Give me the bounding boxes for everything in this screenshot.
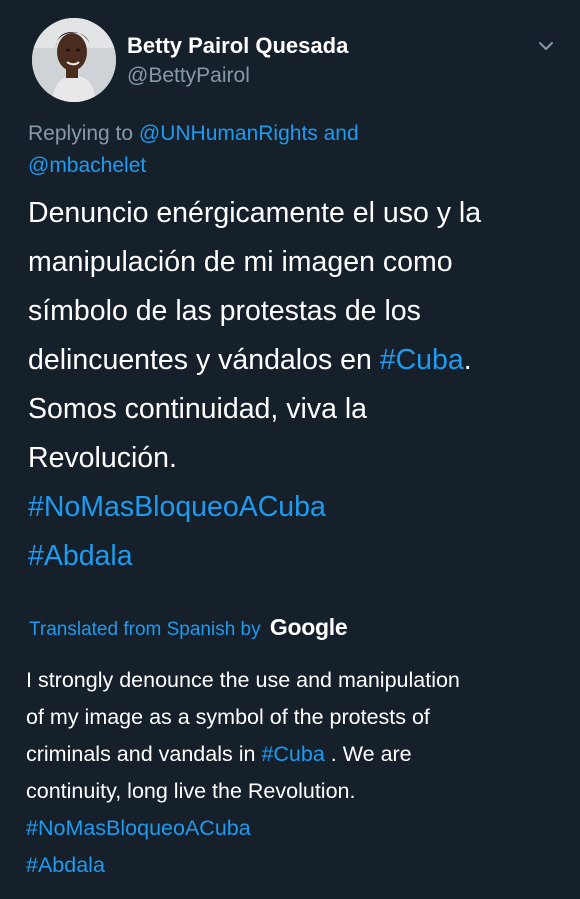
tweet-text-line: Somos continuidad, viva la bbox=[28, 393, 368, 425]
tweet-text-line: delincuentes y vándalos en #Cuba. bbox=[28, 336, 568, 385]
replying-and[interactable]: and bbox=[324, 122, 359, 145]
translated-segment: criminals and vandals in bbox=[26, 742, 256, 766]
google-logo: Google bbox=[269, 614, 348, 640]
tweet-text-line: Denuncio enérgicamente el uso y la bbox=[28, 197, 482, 229]
translated-line: I strongly denounce the use and manipula… bbox=[26, 668, 460, 692]
replying-prefix: Replying to bbox=[28, 122, 134, 145]
translated-line: criminals and vandals in #Cuba . We are bbox=[26, 736, 566, 773]
translated-line: continuity, long live the Revolution. bbox=[26, 779, 356, 803]
translated-line: of my image as a symbol of the protests … bbox=[26, 705, 430, 729]
hashtag-cuba-translated[interactable]: #Cuba bbox=[261, 742, 324, 766]
translation-attribution[interactable]: Translated from Spanish by Google bbox=[29, 614, 348, 641]
tweet-text-segment: delincuentes y vándalos en bbox=[28, 344, 372, 376]
translation-label: Translated from Spanish by bbox=[29, 619, 261, 640]
tweet-text-line: Revolución. bbox=[28, 442, 177, 474]
translated-text: I strongly denounce the use and manipula… bbox=[26, 662, 566, 884]
translated-segment: . We are bbox=[330, 742, 412, 766]
tweet-text-line: símbolo de las protestas de los bbox=[28, 295, 421, 327]
hashtag-abdala-translated[interactable]: #Abdala bbox=[26, 847, 566, 884]
tweet-text-line: manipulación de mi imagen como bbox=[28, 246, 453, 278]
mention-mbachelet[interactable]: @mbachelet bbox=[28, 154, 146, 177]
hashtag-nomasbloqueoacuba[interactable]: #NoMasBloqueoACuba bbox=[28, 483, 568, 532]
tweet-text: Denuncio enérgicamente el uso y la manip… bbox=[28, 189, 568, 581]
avatar-photo bbox=[32, 18, 116, 102]
tweet-text-period: . bbox=[463, 344, 472, 376]
chevron-down-icon[interactable] bbox=[536, 36, 556, 56]
display-name[interactable]: Betty Pairol Quesada bbox=[127, 33, 348, 59]
user-handle[interactable]: @BettyPairol bbox=[127, 64, 250, 88]
replying-to: Replying to @UNHumanRights and @mbachele… bbox=[28, 118, 548, 182]
avatar[interactable] bbox=[32, 18, 116, 102]
hashtag-nomasbloqueoacuba-translated[interactable]: #NoMasBloqueoACuba bbox=[26, 810, 566, 847]
mention-unhumanrights[interactable]: @UNHumanRights bbox=[139, 122, 318, 145]
hashtag-cuba[interactable]: #Cuba bbox=[380, 344, 464, 376]
hashtag-abdala[interactable]: #Abdala bbox=[28, 532, 568, 581]
tweet-card: Betty Pairol Quesada @BettyPairol Replyi… bbox=[0, 0, 580, 899]
